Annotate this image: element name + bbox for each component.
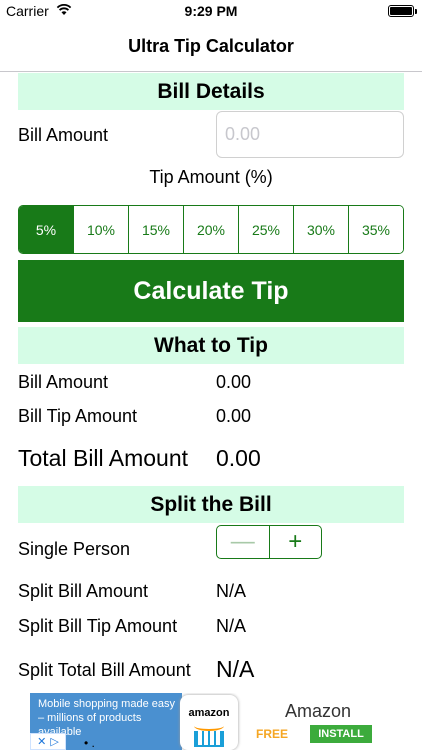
tip-option-30[interactable]: 30%	[293, 206, 348, 253]
result-bill-amount-value: 0.00	[216, 372, 252, 392]
ad-price: FREE	[256, 727, 289, 741]
status-bar: Carrier 9:29 PM	[0, 0, 422, 22]
install-button[interactable]: INSTALL	[310, 725, 372, 743]
what-to-tip-header: What to Tip	[18, 327, 404, 364]
split-tip-amount-label: Split Bill Tip Amount	[18, 616, 178, 636]
ad-logo-text: amazon	[188, 707, 230, 719]
split-bill-amount-label: Split Bill Amount	[18, 581, 149, 601]
result-bill-amount-label: Bill Amount	[18, 372, 109, 392]
split-total-label: Split Total Bill Amount	[18, 660, 191, 680]
tip-option-20[interactable]: 20%	[183, 206, 238, 253]
tip-option-15[interactable]: 15%	[128, 206, 183, 253]
calculate-tip-button[interactable]: Calculate Tip	[18, 260, 404, 322]
tip-option-35[interactable]: 35%	[348, 206, 403, 253]
tip-percent-selector: 5% 10% 15% 20% 25% 30% 35%	[18, 205, 404, 254]
split-bill-amount-value: N/A	[216, 581, 247, 601]
result-total-label: Total Bill Amount	[18, 445, 189, 471]
tip-amount-caption: Tip Amount (%)	[149, 167, 273, 187]
ad-loading-dots: • .	[84, 736, 95, 750]
adchoices-icon: ▷	[50, 736, 59, 748]
tip-option-25[interactable]: 25%	[238, 206, 293, 253]
navigation-bar: Ultra Tip Calculator	[0, 22, 422, 72]
increment-button[interactable]: +	[270, 526, 322, 558]
decrement-button[interactable]: —	[217, 526, 270, 558]
result-total-value: 0.00	[216, 445, 261, 471]
cart-icon	[194, 731, 224, 747]
split-total-value: N/A	[216, 656, 255, 682]
ad-close-button[interactable]: ✕ ▷	[30, 733, 66, 750]
bill-amount-input[interactable]	[216, 111, 404, 158]
people-count-label: Single Person	[18, 539, 131, 559]
bill-amount-label: Bill Amount	[18, 125, 109, 145]
result-tip-amount-label: Bill Tip Amount	[18, 406, 138, 426]
ad-brand: Amazon	[284, 701, 352, 721]
bill-details-header: Bill Details	[18, 73, 404, 110]
result-tip-amount-value: 0.00	[216, 406, 252, 426]
amazon-app-icon: amazon	[180, 695, 238, 750]
split-tip-amount-value: N/A	[216, 616, 247, 636]
battery-icon	[388, 5, 417, 17]
clock: 9:29 PM	[184, 3, 238, 19]
tip-option-10[interactable]: 10%	[73, 206, 128, 253]
page-title: Ultra Tip Calculator	[128, 36, 294, 56]
tip-option-5[interactable]: 5%	[19, 206, 73, 253]
close-icon: ✕	[37, 736, 47, 748]
split-bill-header: Split the Bill	[18, 486, 404, 523]
people-stepper: — +	[216, 525, 322, 559]
